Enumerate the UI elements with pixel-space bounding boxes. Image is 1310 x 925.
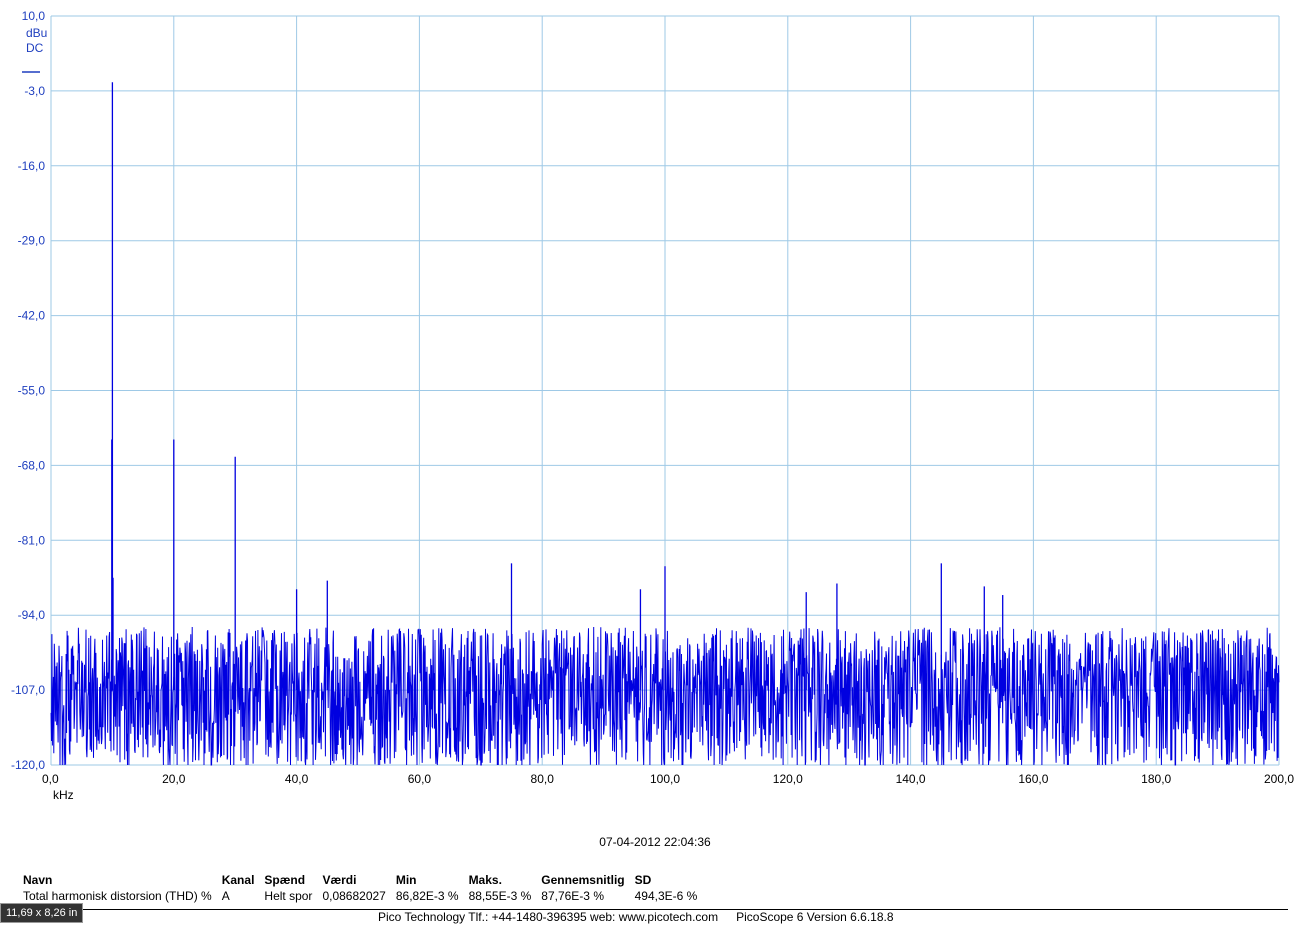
x-tick-label: 0,0: [42, 772, 59, 786]
header-name: Navn: [23, 873, 53, 887]
measurements-table: Navn Kanal Spænd Værdi Min Maks. Gennems…: [23, 872, 707, 904]
header-average: Gennemsnitlig: [541, 873, 625, 887]
x-tick-label: 120,0: [773, 772, 803, 786]
y-tick-label: 10,0: [22, 9, 46, 23]
timestamp: 07-04-2012 22:04:36: [599, 835, 711, 849]
cell-channel: A: [221, 889, 230, 903]
x-axis-unit: kHz: [53, 788, 74, 802]
y-tick-label: -94,0: [18, 608, 46, 622]
spectrum-peaks: [111, 82, 1004, 691]
x-tick-label: 60,0: [408, 772, 432, 786]
x-tick-label: 160,0: [1018, 772, 1048, 786]
table-row: Total harmonisk distorsion (THD) % A Hel…: [23, 888, 707, 904]
x-tick-label: 20,0: [162, 772, 186, 786]
x-tick-label: 100,0: [650, 772, 680, 786]
y-axis-unit: dBu: [26, 26, 47, 40]
y-tick-label: -68,0: [18, 458, 46, 472]
y-tick-label: -107,0: [11, 683, 45, 697]
y-tick-label: -81,0: [18, 533, 46, 547]
x-axis-ticks: 0,0 20,0 40,0 60,0 80,0 100,0 120,0 140,0 160,0 1…: [42, 772, 1294, 786]
header-max: Maks.: [468, 873, 502, 887]
page-size-badge: 11,69 x 8,26 in: [0, 903, 84, 923]
x-tick-label: 40,0: [285, 772, 309, 786]
spectrum-chart: 10,0 -3,0 -16,0 -29,0 -42,0 -55,0 -68,0 -81,0 -9…: [11, 9, 1294, 802]
footer-version: PicoScope 6 Version 6.6.18.8: [736, 910, 894, 924]
cell-min: 86,82E-3 %: [395, 889, 459, 903]
y-tick-label: -16,0: [18, 159, 46, 173]
cell-average: 87,76E-3 %: [541, 889, 604, 903]
y-tick-label: -55,0: [18, 384, 46, 398]
header-channel: Kanal: [221, 873, 255, 887]
header-min: Min: [395, 873, 417, 887]
cell-sd: 494,3E-6 %: [634, 889, 698, 903]
cell-value: 0,08682027: [322, 889, 386, 903]
x-tick-label: 180,0: [1141, 772, 1171, 786]
x-tick-label: 80,0: [531, 772, 555, 786]
x-tick-label: 140,0: [896, 772, 926, 786]
cell-name: Total harmonisk distorsion (THD) %: [23, 889, 212, 903]
y-axis-coupling: DC: [26, 41, 44, 55]
cell-max: 88,55E-3 %: [468, 889, 532, 903]
y-tick-label: -3,0: [24, 84, 45, 98]
footer-company: Pico Technology Tlf.: +44-1480-396395 we…: [378, 910, 719, 924]
measurements-header-row: Navn Kanal Spænd Værdi Min Maks. Gennems…: [23, 872, 707, 888]
header-sd: SD: [634, 873, 652, 887]
cell-span: Helt spor: [264, 889, 313, 903]
footer: Pico Technology Tlf.: +44-1480-396395 we…: [378, 910, 894, 924]
header-value: Værdi: [322, 873, 357, 887]
y-tick-label: -120,0: [11, 758, 45, 772]
y-tick-label: -42,0: [18, 309, 46, 323]
header-span: Spænd: [264, 873, 306, 887]
x-tick-label: 200,0: [1264, 772, 1294, 786]
y-tick-label: -29,0: [18, 234, 46, 248]
y-axis-ticks: 10,0 -3,0 -16,0 -29,0 -42,0 -55,0 -68,0 -81,0 -9…: [11, 9, 45, 772]
